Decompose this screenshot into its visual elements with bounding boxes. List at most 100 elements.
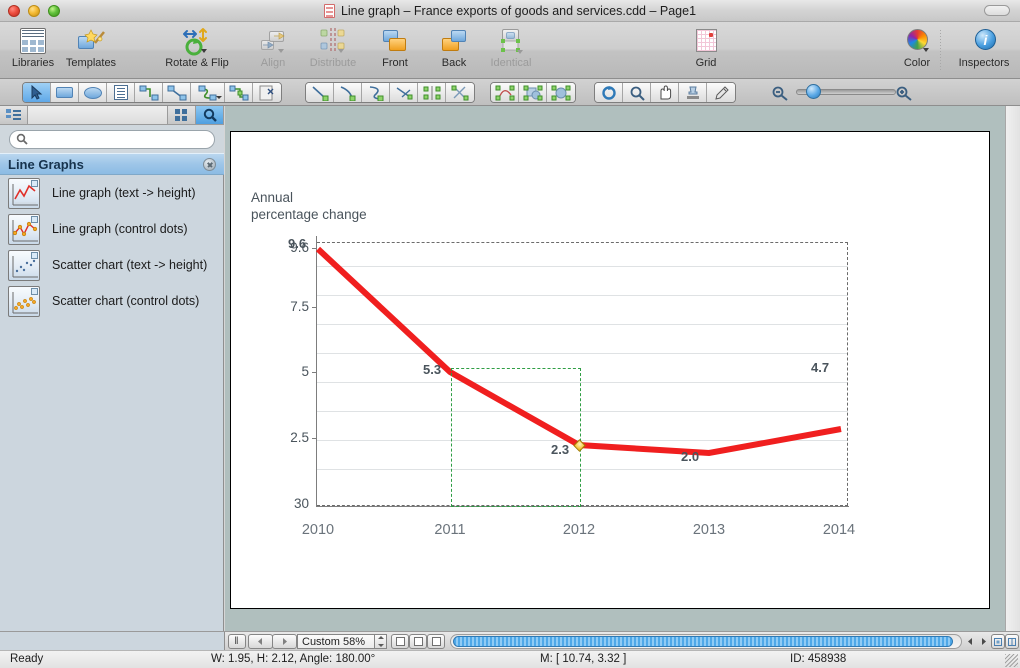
resize-grip[interactable] bbox=[1005, 654, 1018, 667]
data-label: 2.3 bbox=[551, 442, 570, 457]
toolbar-label: Inspectors bbox=[958, 57, 1010, 69]
tool-group-primary bbox=[22, 82, 282, 103]
arc-tool[interactable] bbox=[334, 83, 362, 102]
outline-view-icon[interactable] bbox=[0, 106, 28, 124]
toolbar-button-identical[interactable]: Identical bbox=[478, 26, 544, 69]
search-input[interactable] bbox=[9, 129, 215, 149]
toolbar-button-grid[interactable]: Grid bbox=[673, 26, 739, 69]
pause-button[interactable]: ‖ bbox=[228, 634, 246, 649]
mask-tool[interactable] bbox=[253, 83, 281, 102]
union-shapes-tool[interactable] bbox=[519, 83, 547, 102]
document-icon bbox=[323, 4, 335, 18]
toolbar-separator bbox=[940, 30, 941, 70]
page-view-2-button[interactable] bbox=[409, 634, 427, 649]
zoom-level-value: Custom 58% bbox=[302, 635, 365, 648]
next-page-button[interactable] bbox=[272, 634, 297, 649]
toolbar-label: Identical bbox=[490, 57, 532, 69]
connector-straight-tool[interactable] bbox=[163, 83, 191, 102]
data-label: 5.3 bbox=[423, 362, 442, 377]
group-shapes-tool[interactable] bbox=[547, 83, 575, 102]
templates-icon bbox=[75, 26, 107, 56]
list-item-label: Line graph (text -> height) bbox=[52, 186, 196, 200]
toolbar-button-templates[interactable]: Templates bbox=[58, 26, 124, 69]
grid-icon bbox=[690, 26, 722, 56]
zoom-tool[interactable] bbox=[623, 83, 651, 102]
page-view-3-button[interactable] bbox=[427, 634, 445, 649]
toolbar-button-rotate-flip[interactable]: Rotate & Flip bbox=[156, 26, 238, 69]
bottom-control-bar: ‖ Custom 58% bbox=[0, 631, 1020, 651]
prev-page-button[interactable] bbox=[248, 634, 273, 649]
y-tick-label: 30 bbox=[293, 496, 309, 511]
horizontal-scrollbar-thumb[interactable] bbox=[453, 636, 953, 647]
rectangle-tool[interactable] bbox=[51, 83, 79, 102]
text-tool[interactable] bbox=[107, 83, 135, 102]
canvas-area: Annual percentage change 9.6 7.5 5 2.5 3… bbox=[225, 106, 1020, 631]
library-group-header[interactable]: Line Graphs bbox=[0, 153, 224, 175]
x-tick-label: 2012 bbox=[562, 522, 596, 538]
toolbar-button-distribute[interactable]: Distribute bbox=[300, 26, 366, 69]
page-view-1-button[interactable] bbox=[391, 634, 409, 649]
split-view-button[interactable] bbox=[1005, 634, 1019, 649]
hand-tool[interactable] bbox=[651, 83, 679, 102]
pointer-tool[interactable] bbox=[23, 83, 51, 102]
tools-toolbar bbox=[0, 79, 1020, 106]
chart-axis-title: Annual percentage change bbox=[251, 190, 367, 222]
tool-group-view bbox=[594, 82, 736, 103]
polyline-tool[interactable] bbox=[390, 83, 418, 102]
stamp-tool[interactable] bbox=[679, 83, 707, 102]
zoom-out-icon[interactable] bbox=[770, 83, 790, 103]
y-tick-label: 2.5 bbox=[290, 430, 309, 445]
scissors-tool[interactable] bbox=[446, 83, 474, 102]
curve-tool[interactable] bbox=[362, 83, 390, 102]
selection-rectangle[interactable] bbox=[451, 368, 581, 507]
bezier-edit-tool[interactable] bbox=[491, 83, 519, 102]
toolbar-button-libraries[interactable]: Libraries bbox=[0, 26, 66, 69]
line-tool[interactable] bbox=[306, 83, 334, 102]
vertical-scrollbar[interactable] bbox=[1005, 106, 1020, 631]
line-chart[interactable]: Annual percentage change 9.6 7.5 5 2.5 3… bbox=[231, 132, 991, 610]
connector-curved-tool[interactable] bbox=[191, 83, 225, 102]
connector-tree-tool[interactable] bbox=[225, 83, 253, 102]
rotate-flip-icon bbox=[181, 26, 213, 56]
sidebar-footer bbox=[0, 632, 225, 651]
x-tick-label: 2011 bbox=[434, 522, 466, 538]
zoom-level-field[interactable]: Custom 58% bbox=[297, 634, 375, 649]
scroll-left-button[interactable] bbox=[963, 634, 977, 649]
toolbar-label: Color bbox=[903, 57, 931, 69]
list-item[interactable]: Scatter chart (control dots) bbox=[0, 283, 224, 319]
y-tick bbox=[312, 307, 317, 308]
grid-view-icon[interactable] bbox=[168, 106, 196, 124]
document-page[interactable]: Annual percentage change 9.6 7.5 5 2.5 3… bbox=[230, 131, 990, 609]
sidebar-path-field[interactable] bbox=[28, 106, 168, 124]
rotate-tool[interactable] bbox=[595, 83, 623, 102]
toolbar-label: Grid bbox=[695, 57, 717, 69]
toolbar-button-front[interactable]: Front bbox=[362, 26, 428, 69]
line-graph-dots-thumb bbox=[8, 213, 40, 245]
y-axis bbox=[316, 236, 317, 506]
close-circle-icon[interactable] bbox=[203, 157, 216, 171]
toolbar-button-inspectors[interactable]: i Inspectors bbox=[951, 26, 1017, 69]
list-item[interactable]: Scatter chart (text -> height) bbox=[0, 247, 224, 283]
search-view-icon[interactable] bbox=[196, 106, 224, 124]
status-mouse: M: [ 10.74, 3.32 ] bbox=[540, 653, 627, 665]
connector-elbow-tool[interactable] bbox=[135, 83, 163, 102]
fit-page-button[interactable] bbox=[991, 634, 1005, 649]
status-bar: Ready W: 1.95, H: 2.12, Angle: 180.00° M… bbox=[0, 650, 1020, 668]
list-item[interactable]: Line graph (text -> height) bbox=[0, 175, 224, 211]
toolbar-toggle-button[interactable] bbox=[984, 5, 1010, 16]
y-tick-label: 5 bbox=[301, 364, 309, 379]
application-window: Line graph – France exports of goods and… bbox=[0, 0, 1020, 668]
toolbar-label: Rotate & Flip bbox=[165, 57, 229, 69]
zoom-slider-knob[interactable] bbox=[806, 84, 821, 99]
scroll-right-button[interactable] bbox=[977, 634, 991, 649]
eyedropper-tool[interactable] bbox=[707, 83, 735, 102]
distribute-icon bbox=[317, 26, 349, 56]
toolbar-button-align[interactable]: Align bbox=[240, 26, 306, 69]
ellipse-tool[interactable] bbox=[79, 83, 107, 102]
zoom-in-icon[interactable] bbox=[894, 83, 914, 103]
horizontal-scrollbar[interactable] bbox=[450, 634, 962, 649]
zoom-stepper[interactable] bbox=[375, 634, 387, 649]
list-item[interactable]: Line graph (control dots) bbox=[0, 211, 224, 247]
library-group-title: Line Graphs bbox=[8, 156, 84, 172]
mirror-tool[interactable] bbox=[418, 83, 446, 102]
